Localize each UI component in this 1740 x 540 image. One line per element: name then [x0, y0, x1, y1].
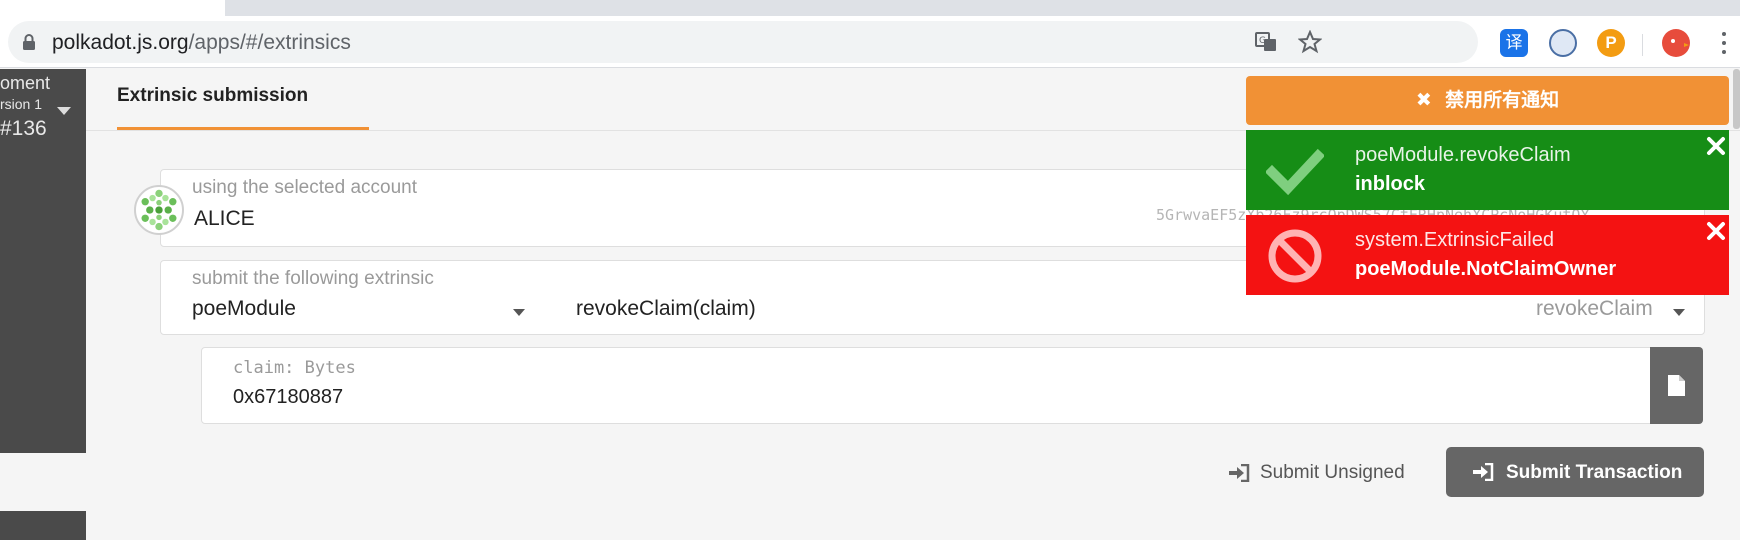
browser-tab[interactable] — [0, 0, 225, 16]
file-upload-button[interactable] — [1650, 347, 1703, 424]
claim-param-label: claim: Bytes — [233, 358, 356, 378]
extension-icon[interactable] — [1549, 29, 1577, 57]
notification-success: poeModule.revokeClaim inblock — [1246, 130, 1729, 210]
notification-title: system.ExtrinsicFailed — [1355, 229, 1554, 251]
extrinsic-label: submit the following extrinsic — [192, 268, 434, 289]
disable-all-notifications-button[interactable]: ✖ 禁用所有通知 — [1246, 76, 1729, 125]
account-label: using the selected account — [192, 177, 417, 198]
chevron-down-icon[interactable] — [57, 107, 71, 115]
close-icon: ✖ — [1415, 89, 1446, 111]
call-dropdown[interactable]: revokeClaim(claim) — [576, 297, 756, 321]
sidebar-footer — [0, 511, 86, 540]
notification-status: poeModule.NotClaimOwner — [1355, 258, 1617, 280]
close-icon[interactable] — [1706, 136, 1726, 156]
submit-transaction-button[interactable]: Submit Transaction — [1446, 447, 1704, 497]
translate-extension-icon[interactable]: 译 — [1500, 29, 1528, 57]
submit-unsigned-label: Submit Unsigned — [1260, 462, 1405, 483]
checkmark-icon — [1266, 148, 1324, 196]
block-number: #136 — [0, 117, 47, 140]
claim-param-field[interactable]: claim: Bytes 0x67180887 — [201, 347, 1653, 424]
notification-title: poeModule.revokeClaim — [1355, 144, 1571, 166]
active-tab-indicator — [117, 127, 369, 130]
p-extension-icon[interactable]: P — [1597, 29, 1625, 57]
lock-icon[interactable] — [20, 33, 38, 51]
call-chevron-down-icon[interactable] — [1673, 309, 1685, 316]
page-scrollbar[interactable] — [1733, 69, 1740, 129]
sign-in-icon — [1229, 464, 1250, 482]
close-icon[interactable] — [1706, 221, 1726, 241]
browser-tabstrip — [0, 0, 1740, 16]
toolbar-divider — [1642, 34, 1643, 56]
browser-menu-icon[interactable] — [1722, 32, 1728, 56]
sign-in-icon — [1473, 463, 1494, 481]
svg-text:G: G — [1259, 36, 1266, 46]
notification-status: inblock — [1355, 173, 1426, 195]
module-dropdown[interactable]: poeModule — [192, 297, 296, 321]
module-chevron-down-icon[interactable] — [513, 309, 525, 316]
disable-all-label: 禁用所有通知 — [1445, 89, 1560, 111]
bookmark-star-icon[interactable] — [1298, 30, 1322, 54]
tab-extrinsic-submission[interactable]: Extrinsic submission — [117, 85, 308, 107]
browser-toolbar: polkadot.js.org/apps/#/extrinsics G 译 P — [0, 16, 1740, 68]
submit-transaction-label: Submit Transaction — [1506, 462, 1683, 483]
translate-page-icon[interactable]: G — [1254, 30, 1278, 54]
notification-error: system.ExtrinsicFailed poeModule.NotClai… — [1246, 215, 1729, 295]
prohibited-icon — [1268, 229, 1322, 283]
call-short-name: revokeClaim — [1536, 297, 1653, 320]
chain-info-sidebar[interactable]: oment rsion 1 #136 — [0, 69, 86, 453]
account-name: ALICE — [194, 207, 255, 230]
claim-param-value[interactable]: 0x67180887 — [233, 386, 343, 409]
account-identicon — [134, 185, 184, 235]
address-bar[interactable]: polkadot.js.org/apps/#/extrinsics G — [8, 21, 1478, 63]
url-text[interactable]: polkadot.js.org/apps/#/extrinsics — [52, 31, 351, 55]
file-icon — [1668, 375, 1685, 396]
chain-name: oment — [0, 73, 51, 93]
bird-extension-icon[interactable] — [1662, 29, 1690, 57]
chain-version: rsion 1 — [0, 96, 43, 112]
